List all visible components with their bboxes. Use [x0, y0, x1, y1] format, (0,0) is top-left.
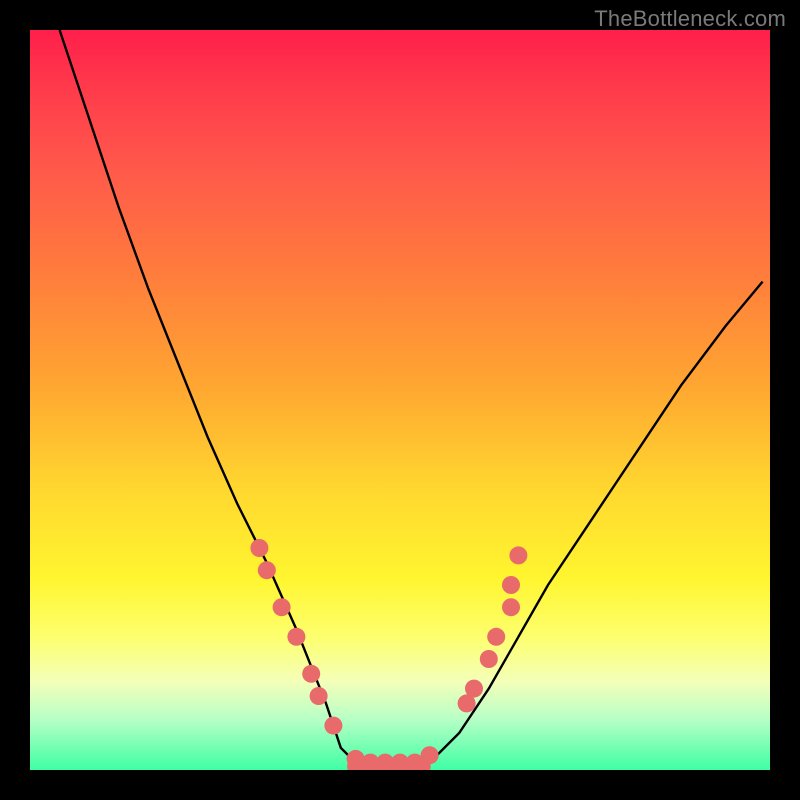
- chart-svg: [30, 30, 770, 770]
- bottleneck-curve: [60, 30, 763, 770]
- marker-dot: [421, 746, 439, 764]
- marker-dot: [250, 539, 268, 557]
- marker-dot: [502, 598, 520, 616]
- chart-frame: TheBottleneck.com: [0, 0, 800, 800]
- marker-dot: [509, 546, 527, 564]
- marker-dot: [302, 665, 320, 683]
- watermark-text: TheBottleneck.com: [594, 6, 786, 32]
- marker-dot: [273, 598, 291, 616]
- marker-dot: [287, 628, 305, 646]
- marker-dot: [258, 561, 276, 579]
- marker-dot: [480, 650, 498, 668]
- marker-dot: [487, 628, 505, 646]
- marker-dot: [310, 687, 328, 705]
- plot-area: [30, 30, 770, 770]
- marker-dot: [324, 717, 342, 735]
- marker-dots: [250, 539, 527, 770]
- marker-dot: [465, 680, 483, 698]
- marker-dot: [502, 576, 520, 594]
